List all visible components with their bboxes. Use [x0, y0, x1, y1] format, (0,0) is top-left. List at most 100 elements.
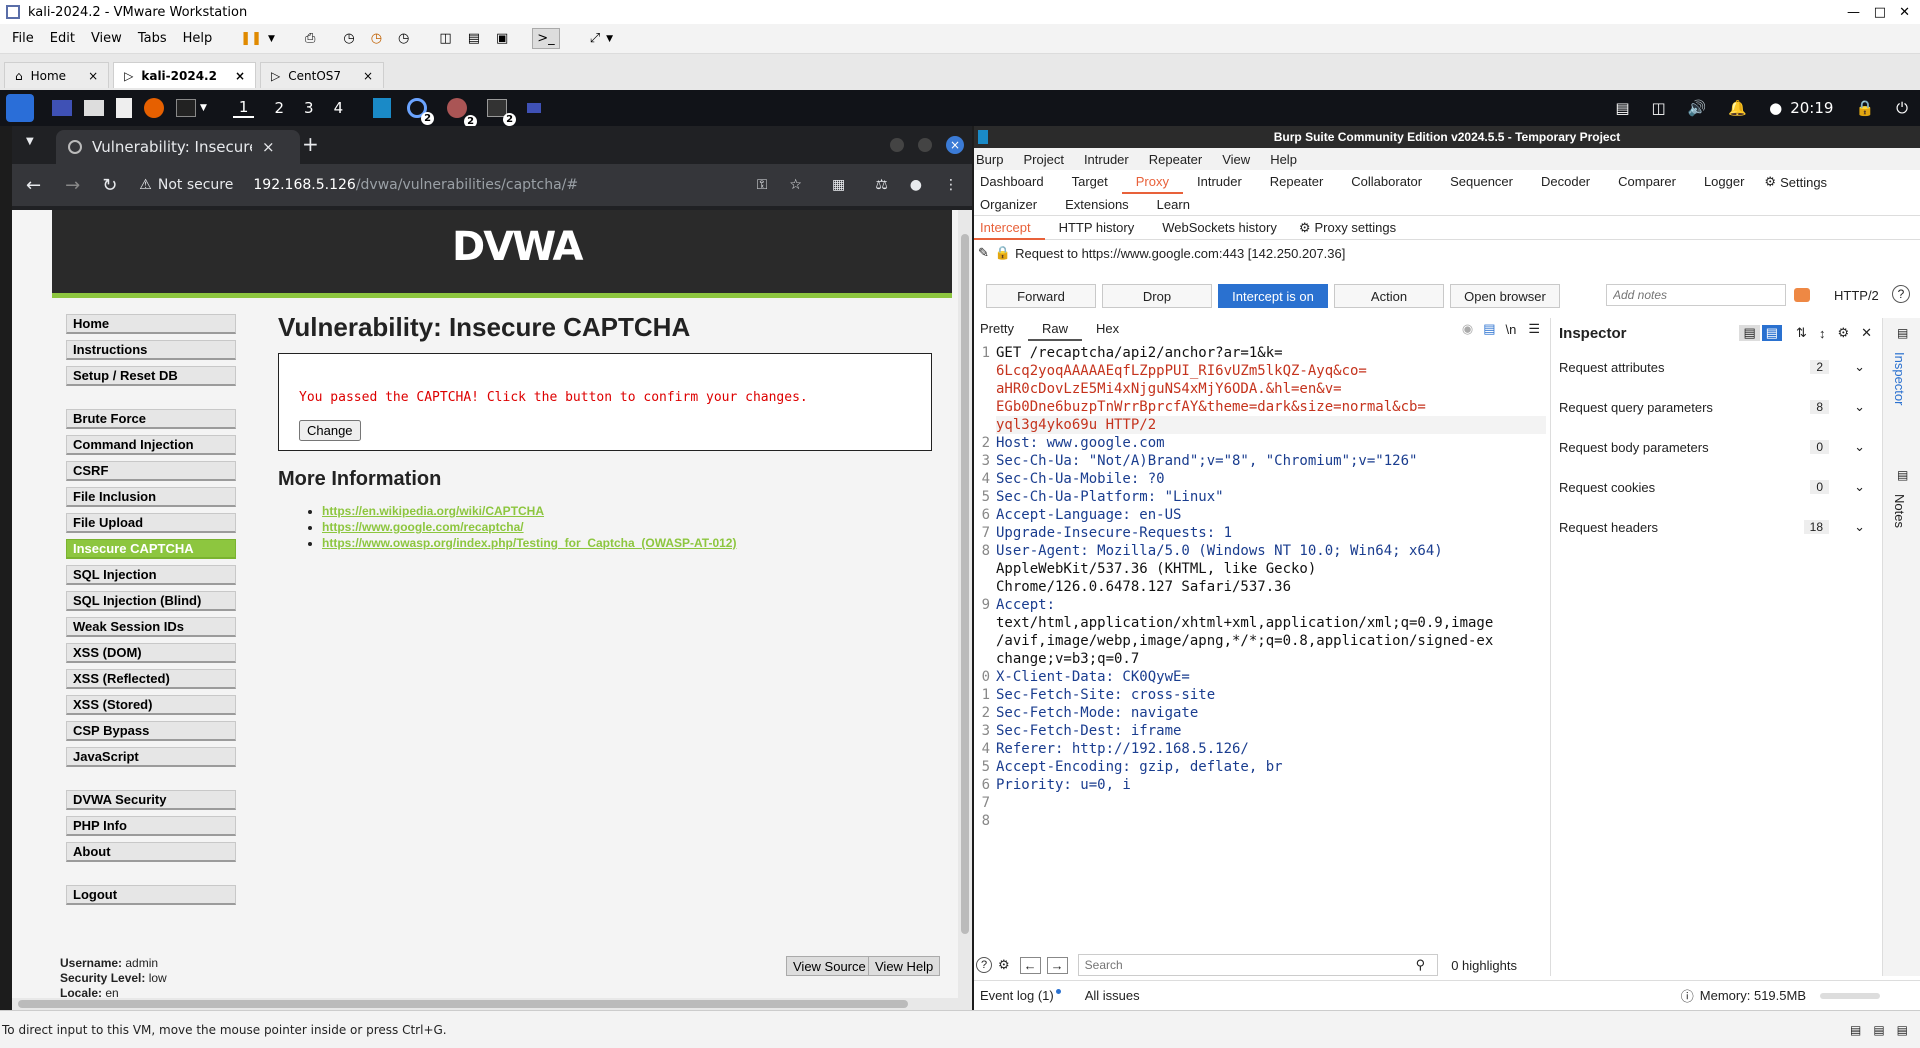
all-issues-link[interactable]: All issues [1085, 988, 1140, 1003]
inspector-section-request-headers[interactable]: Request headers 18 ⌄ [1559, 508, 1879, 546]
files-icon[interactable] [84, 100, 104, 116]
library-icon[interactable]: ◫ [439, 31, 451, 46]
send-keys-icon[interactable]: ⎙ [305, 31, 315, 46]
close-icon[interactable]: × [363, 69, 373, 83]
tab-learn[interactable]: Learn [1143, 193, 1204, 217]
inspector-section-request-query-parameters[interactable]: Request query parameters 8 ⌄ [1559, 388, 1879, 426]
menu-tabs[interactable]: Tabs [138, 31, 167, 46]
action-button[interactable]: Action [1334, 284, 1444, 308]
menu-item-instructions[interactable]: Instructions [66, 340, 236, 360]
menu-item-command-injection[interactable]: Command Injection [66, 435, 236, 455]
search-input[interactable] [1077, 954, 1438, 976]
menu-item-home[interactable]: Home [66, 314, 236, 334]
view-raw[interactable]: Raw [1027, 317, 1082, 341]
terminal-dropdown-icon[interactable]: ▼ [200, 103, 207, 113]
view-hex[interactable]: Hex [1082, 317, 1133, 341]
link-owasp[interactable]: https://www.owasp.org/index.php/Testing_… [322, 536, 736, 550]
firefox-icon[interactable] [144, 98, 164, 118]
tab-organizer[interactable]: Organizer [974, 193, 1051, 217]
snapshot-manager-icon[interactable]: ◷ [398, 31, 409, 46]
settings-icon[interactable]: ⚙ [1764, 174, 1776, 190]
menu-edit[interactable]: Edit [50, 31, 75, 46]
extensions-icon[interactable]: ▦ [832, 177, 845, 193]
chromium-icon[interactable]: 2 [407, 98, 435, 125]
subtab-intercept[interactable]: Intercept [974, 216, 1045, 240]
close-icon[interactable]: × [235, 69, 245, 83]
window-maximize-icon[interactable] [918, 138, 932, 152]
profile-icon[interactable]: ● [910, 177, 922, 193]
highlight-color-icon[interactable] [1794, 288, 1810, 302]
burp-menu-repeater[interactable]: Repeater [1149, 152, 1202, 167]
next-match-icon[interactable]: → [1046, 956, 1068, 974]
thumbnail-icon[interactable]: ▤ [468, 31, 480, 46]
dropdown-icon[interactable]: ▼ [268, 34, 275, 44]
new-tab-icon[interactable]: + [302, 132, 319, 156]
menu-item-xss-stored[interactable]: XSS (Stored) [66, 695, 236, 715]
collapse-icon[interactable]: ⇅ [1796, 325, 1807, 341]
proxy-settings-icon[interactable]: ⚙ [1299, 220, 1311, 236]
security-label[interactable]: Not secure [158, 177, 234, 193]
menu-help[interactable]: Help [183, 31, 213, 46]
console-icon[interactable]: >_ [532, 28, 560, 49]
layout-list-icon[interactable]: ▤ [1739, 325, 1760, 341]
event-log-link[interactable]: Event log (1) [980, 988, 1054, 1003]
menu-item-sql-injection-blind[interactable]: SQL Injection (Blind) [66, 591, 236, 611]
search-icon[interactable]: ⚲ [1416, 957, 1426, 973]
menu-item-setup-reset-db[interactable]: Setup / Reset DB [66, 366, 236, 386]
reload-icon[interactable]: ↻ [102, 175, 117, 196]
power-manager-icon[interactable]: ● [1769, 99, 1782, 117]
chevron-down-icon[interactable]: ⌄ [1854, 399, 1865, 415]
revert-snapshot-icon[interactable]: ◷ [371, 31, 382, 46]
search-settings-icon[interactable]: ⚙ [998, 957, 1010, 973]
subtab-http-history[interactable]: HTTP history [1045, 216, 1149, 240]
menu-view[interactable]: View [91, 31, 122, 46]
forward-button[interactable]: Forward [986, 284, 1096, 308]
window-icon[interactable] [527, 103, 542, 113]
pause-icon[interactable]: ❚❚ [240, 31, 262, 46]
menu-item-csp-bypass[interactable]: CSP Bypass [66, 721, 236, 741]
view-help-button[interactable]: View Help [868, 956, 941, 976]
app-icon[interactable]: 2 [447, 98, 478, 128]
menu-item-xss-dom[interactable]: XSS (DOM) [66, 643, 236, 663]
menu-item-dvwa-security[interactable]: DVWA Security [66, 790, 236, 810]
minimize-icon[interactable]: — [1847, 5, 1860, 20]
add-notes-input[interactable] [1606, 284, 1786, 306]
settings-label[interactable]: Settings [1780, 175, 1827, 190]
tab-search-icon[interactable]: ▼ [26, 136, 34, 147]
burp-menu-intruder[interactable]: Intruder [1084, 152, 1129, 167]
expand-icon[interactable]: ↕ [1819, 326, 1826, 341]
snapshot-icon[interactable]: ◷ [343, 31, 354, 46]
menu-item-php-info[interactable]: PHP Info [66, 816, 236, 836]
inspector-section-request-attributes[interactable]: Request attributes 2 ⌄ [1559, 348, 1879, 386]
editor-icon[interactable] [116, 98, 132, 118]
tab-sequencer[interactable]: Sequencer [1436, 170, 1527, 194]
close-icon[interactable]: × [88, 69, 98, 83]
bookmark-star-icon[interactable]: ☆ [789, 177, 802, 193]
view-source-button[interactable]: View Source [786, 956, 873, 976]
intercept-toggle-button[interactable]: Intercept is on [1218, 284, 1328, 308]
tab-repeater[interactable]: Repeater [1256, 170, 1337, 194]
layout-panel-icon[interactable]: ▤ [1761, 325, 1783, 341]
vertical-scrollbar[interactable] [958, 210, 972, 1010]
kali-menu-icon[interactable] [6, 94, 34, 122]
password-key-icon[interactable]: ⚿ [757, 177, 768, 193]
change-button[interactable]: Change [299, 420, 361, 441]
prev-match-icon[interactable]: ← [1019, 956, 1041, 974]
menu-item-insecure-captcha[interactable]: Insecure CAPTCHA [66, 539, 236, 559]
terminal-app-icon[interactable]: 2 [487, 99, 517, 126]
menu-item-about[interactable]: About [66, 842, 236, 862]
side-tab-notes[interactable]: Notes [1892, 494, 1907, 528]
request-editor[interactable]: 1 2 3 4 5 6 7 8 9 0 1 2 3 4 5 6 7 8 GET /recaptcha/api2/an… [978, 344, 1546, 950]
stretch-icon[interactable]: ⤢ [590, 31, 600, 46]
inspector-section-request-body-parameters[interactable]: Request body parameters 0 ⌄ [1559, 428, 1879, 466]
maximize-icon[interactable]: □ [1874, 5, 1886, 20]
menu-item-file-inclusion[interactable]: File Inclusion [66, 487, 236, 507]
burp-menu-view[interactable]: View [1222, 152, 1250, 167]
hide-icon[interactable]: ◉ [1462, 321, 1473, 337]
side-tab-inspector[interactable]: Inspector [1892, 352, 1907, 405]
inspector-close-icon[interactable]: ✕ [1861, 325, 1872, 341]
wrap-lines-icon[interactable]: ▤ [1483, 321, 1495, 337]
tab-decoder[interactable]: Decoder [1527, 170, 1604, 194]
burp-menu-burp[interactable]: Burp [976, 152, 1003, 167]
menu-item-weak-session-ids[interactable]: Weak Session IDs [66, 617, 236, 637]
